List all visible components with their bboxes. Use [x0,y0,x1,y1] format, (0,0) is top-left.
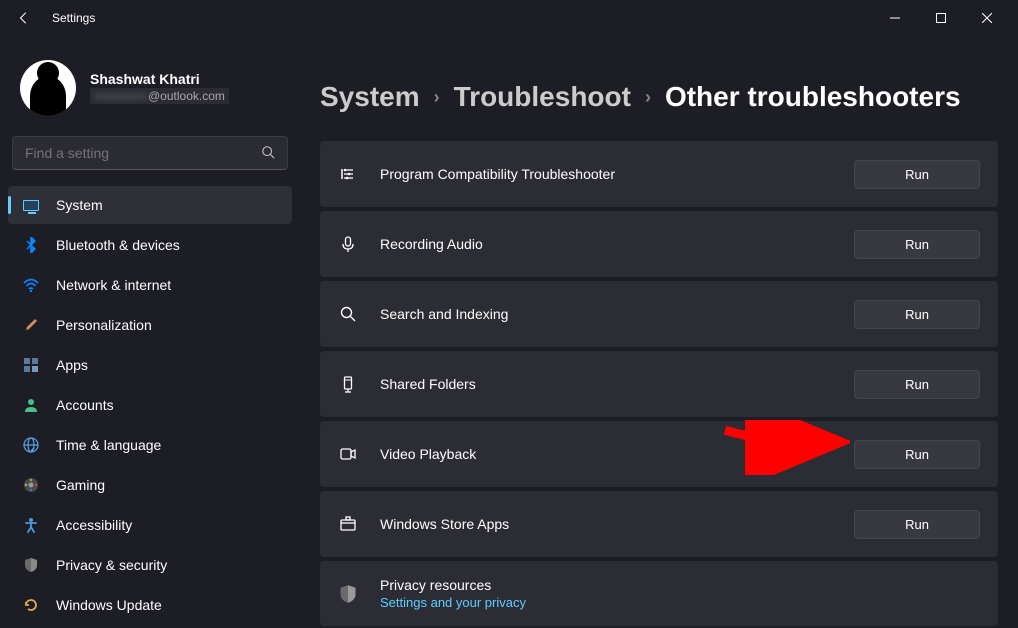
nav-item-time-language[interactable]: Time & language [8,426,292,464]
chevron-right-icon: › [645,87,651,108]
nav-item-privacy-security[interactable]: Privacy & security [8,546,292,584]
nav-label: Time & language [56,437,161,453]
shield-icon [22,556,40,574]
search-input[interactable] [25,145,261,161]
bluetooth-icon [22,236,40,254]
accessibility-icon [22,516,40,534]
brush-icon [22,316,40,334]
display-icon [22,196,40,214]
nav-label: Accessibility [56,517,132,533]
gaming-icon [22,476,40,494]
wifi-icon [22,276,40,294]
nav-item-personalization[interactable]: Personalization [8,306,292,344]
compat-icon [338,164,358,184]
back-arrow-icon [17,11,31,25]
maximize-button[interactable] [918,2,964,34]
account-icon [22,396,40,414]
main-content: System › Troubleshoot › Other troublesho… [300,36,1018,628]
profile-info: Shashwat Khatri xxxxxxxxx@outlook.com [90,71,280,105]
run-button[interactable]: Run [854,510,980,539]
troubleshooter-label: Windows Store Apps [380,516,832,532]
privacy-resources-row[interactable]: Privacy resources Settings and your priv… [320,561,998,626]
nav-label: Accounts [56,397,114,413]
window-controls [872,2,1010,34]
run-button[interactable]: Run [854,230,980,259]
breadcrumb: System › Troubleshoot › Other troublesho… [320,81,998,113]
update-icon [22,596,40,614]
troubleshooter-label: Video Playback [380,446,832,462]
nav-item-system[interactable]: System [8,186,292,224]
run-button[interactable]: Run [854,440,980,469]
chevron-right-icon: › [434,87,440,108]
shared-icon [338,374,358,394]
crumb-system[interactable]: System [320,81,420,113]
nav-label: Bluetooth & devices [56,237,180,253]
troubleshooter-row: Program Compatibility Troubleshooter Run [320,141,998,207]
troubleshooter-label: Recording Audio [380,236,832,252]
nav-item-windows-update[interactable]: Windows Update [8,586,292,624]
troubleshooter-label: Search and Indexing [380,306,832,322]
globe-icon [22,436,40,454]
store-icon [338,514,358,534]
troubleshooter-row: Shared Folders Run [320,351,998,417]
profile-section[interactable]: Shashwat Khatri xxxxxxxxx@outlook.com [8,52,292,136]
nav-label: Network & internet [56,277,171,293]
nav-item-network-internet[interactable]: Network & internet [8,266,292,304]
nav-item-apps[interactable]: Apps [8,346,292,384]
profile-email: xxxxxxxxx@outlook.com [90,88,229,104]
nav-item-bluetooth-devices[interactable]: Bluetooth & devices [8,226,292,264]
profile-name: Shashwat Khatri [90,71,280,87]
run-button[interactable]: Run [854,160,980,189]
nav-item-gaming[interactable]: Gaming [8,466,292,504]
nav-label: Privacy & security [56,557,167,573]
nav-label: Gaming [56,477,105,493]
troubleshooter-row: Search and Indexing Run [320,281,998,347]
troubleshooter-label: Shared Folders [380,376,832,392]
search-icon [338,304,358,324]
apps-icon [22,356,40,374]
crumb-troubleshoot[interactable]: Troubleshoot [454,81,631,113]
search-icon [261,145,275,162]
troubleshooter-row: Recording Audio Run [320,211,998,277]
nav-label: Personalization [56,317,152,333]
troubleshooter-row: Video Playback Run [320,421,998,487]
app-title: Settings [52,11,95,25]
nav-label: System [56,197,103,213]
sidebar: Shashwat Khatri xxxxxxxxx@outlook.com Sy… [0,36,300,628]
avatar [20,60,76,116]
privacy-link[interactable]: Settings and your privacy [380,595,526,610]
run-button[interactable]: Run [854,300,980,329]
close-button[interactable] [964,2,1010,34]
nav-item-accounts[interactable]: Accounts [8,386,292,424]
troubleshooter-row: Windows Store Apps Run [320,491,998,557]
search-box[interactable] [12,136,288,170]
run-button[interactable]: Run [854,370,980,399]
video-icon [338,444,358,464]
nav-list: System Bluetooth & devices Network & inter… [8,186,292,624]
back-button[interactable] [8,2,40,34]
nav-item-accessibility[interactable]: Accessibility [8,506,292,544]
privacy-title: Privacy resources [380,577,526,593]
nav-label: Windows Update [56,597,162,613]
troubleshooter-label: Program Compatibility Troubleshooter [380,166,832,182]
mic-icon [338,234,358,254]
page-title: Other troubleshooters [665,81,961,113]
nav-label: Apps [56,357,88,373]
titlebar: Settings [0,0,1018,36]
troubleshooter-list: Program Compatibility Troubleshooter Run… [320,141,998,626]
shield-icon [338,584,358,604]
minimize-button[interactable] [872,2,918,34]
